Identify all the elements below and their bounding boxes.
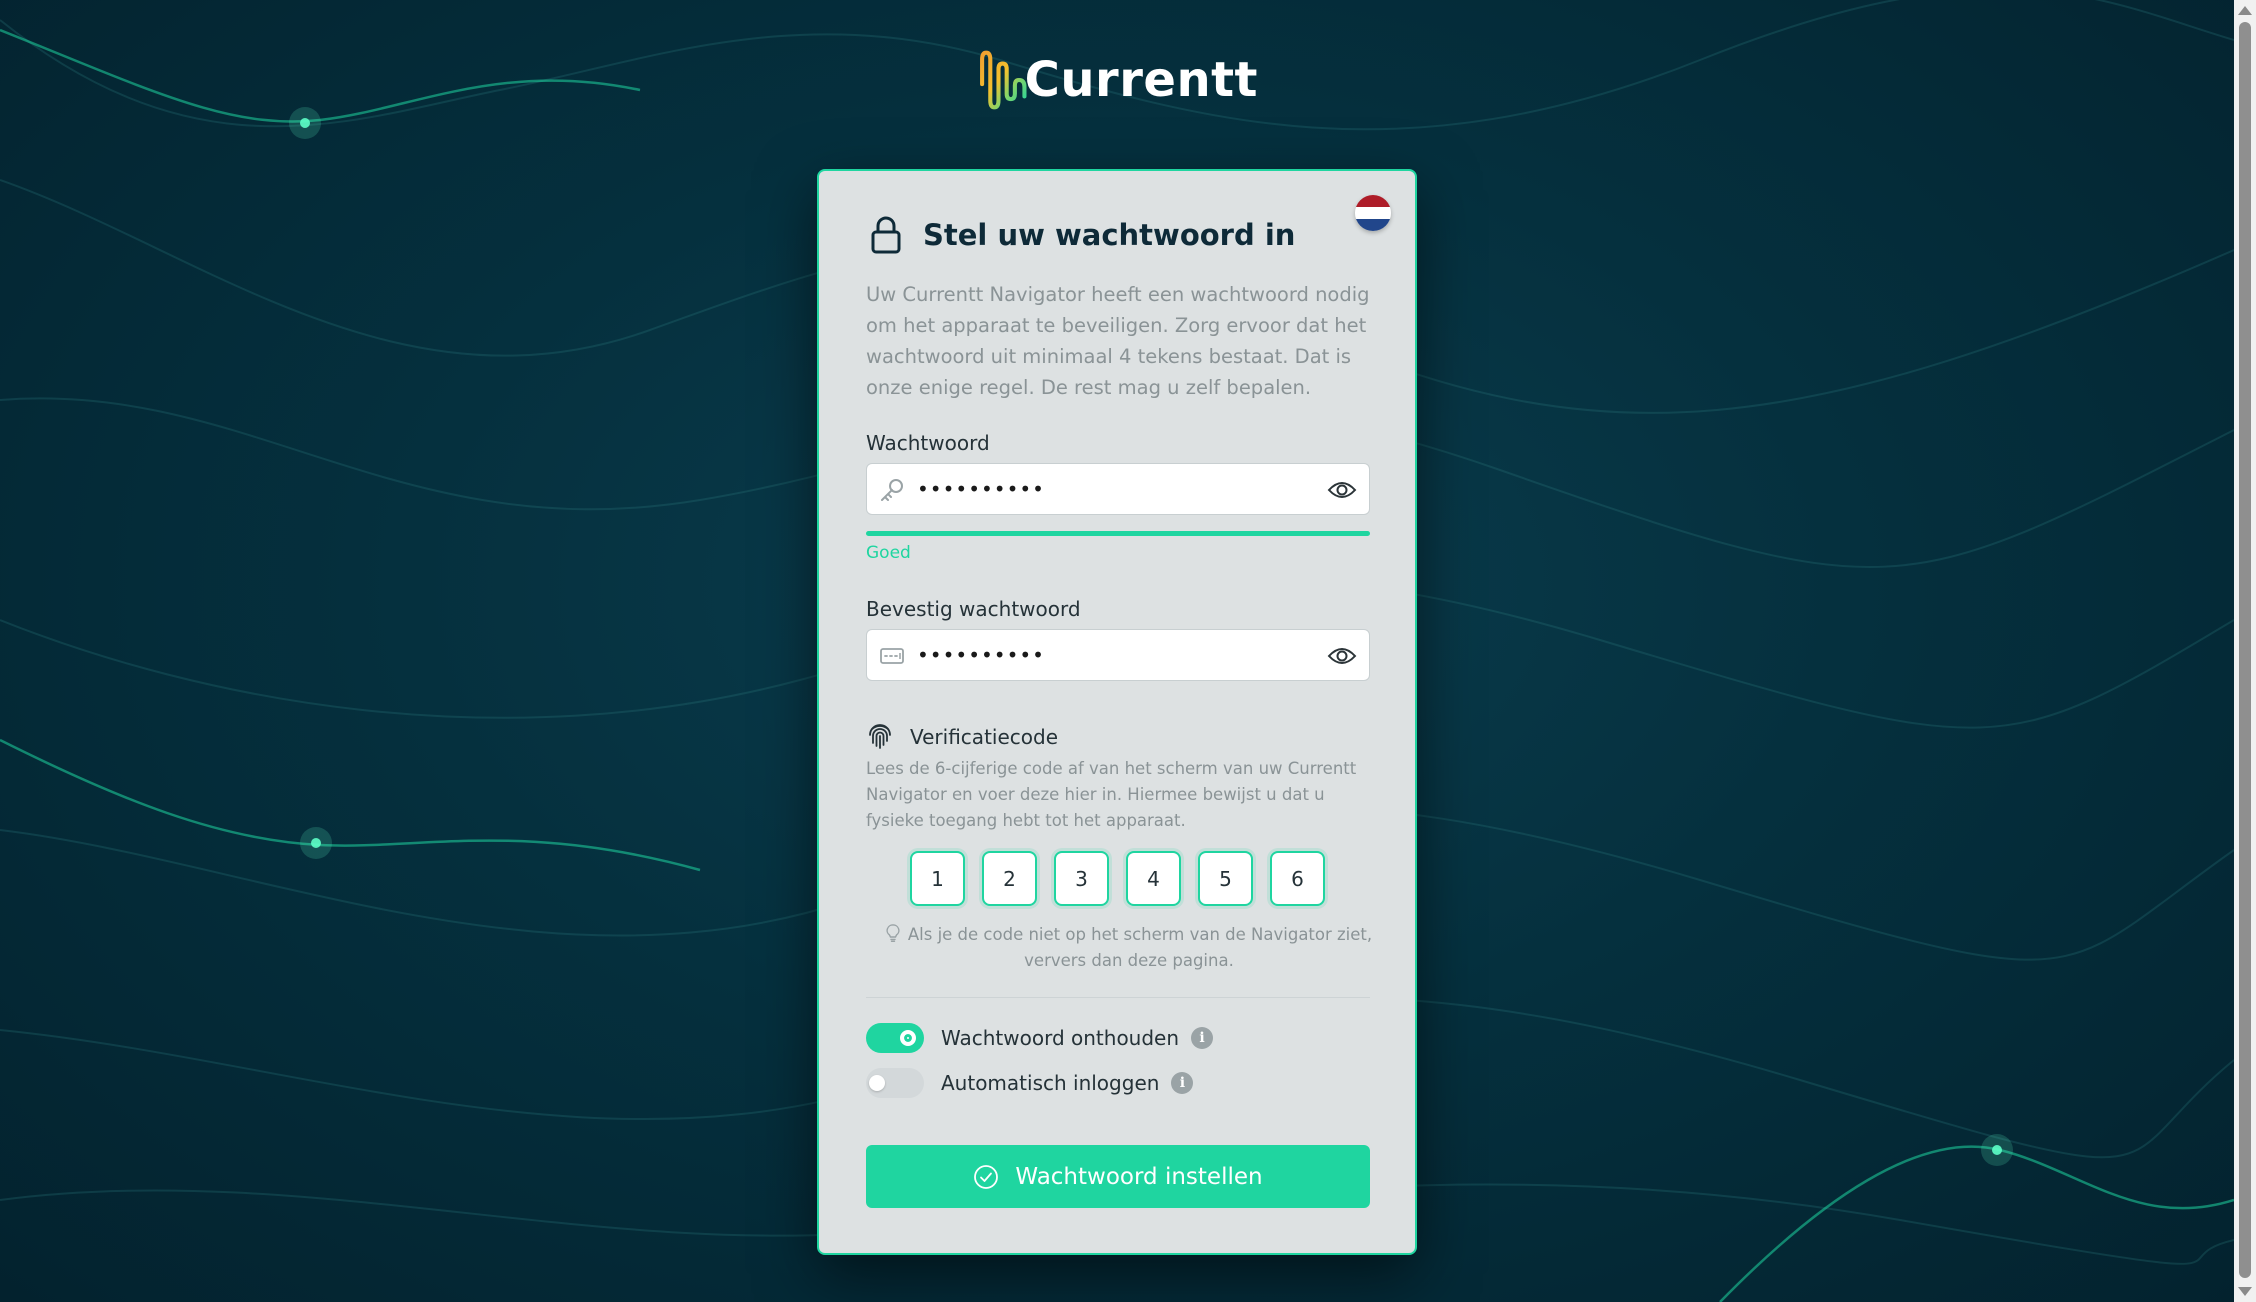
key-icon	[881, 479, 903, 501]
divider	[866, 997, 1370, 998]
remember-password-toggle[interactable]	[866, 1023, 924, 1053]
show-confirm-password-eye-icon[interactable]	[1327, 644, 1357, 668]
password-strength-bar	[866, 531, 1370, 536]
show-password-eye-icon[interactable]	[1327, 478, 1357, 502]
lock-icon	[871, 216, 901, 254]
set-password-button[interactable]: Wachtwoord instellen	[866, 1145, 1370, 1208]
scroll-up-arrow-icon[interactable]	[2238, 6, 2252, 15]
auto-login-info-icon[interactable]: i	[1171, 1072, 1194, 1094]
code-digit-3[interactable]: 3	[1054, 851, 1109, 906]
password-field[interactable]: ••••••••••	[866, 463, 1370, 515]
verification-hint-text: Als je de code niet op het scherm van de…	[907, 925, 1373, 970]
verification-hint: Als je de code niet op het scherm van de…	[879, 922, 1379, 974]
password-value: ••••••••••	[917, 477, 1045, 501]
check-circle-icon	[974, 1164, 999, 1189]
set-password-button-label: Wachtwoord instellen	[1015, 1163, 1263, 1190]
page-scrollbar[interactable]	[2234, 0, 2256, 1302]
brand-logo: Currentt	[978, 34, 1258, 126]
verification-title: Verificatiecode	[910, 725, 1058, 749]
confirm-password-label: Bevestig wachtwoord	[866, 597, 1081, 621]
code-digit-1[interactable]: 1	[910, 851, 965, 906]
code-digit-4[interactable]: 4	[1126, 851, 1181, 906]
auto-login-label: Automatisch inloggen	[941, 1071, 1160, 1095]
confirm-password-field[interactable]: ••••••••••	[866, 629, 1370, 681]
auto-login-toggle[interactable]	[866, 1068, 924, 1098]
intro-text: Uw Currentt Navigator heeft een wachtwoo…	[866, 283, 1370, 399]
confirm-password-value: ••••••••••	[917, 643, 1045, 667]
scrollbar-thumb[interactable]	[2239, 22, 2251, 1278]
page-title: Stel uw wachtwoord in	[923, 218, 1296, 252]
verification-header: Verificatiecode	[866, 723, 1058, 751]
code-digit-2[interactable]: 2	[982, 851, 1037, 906]
remember-password-label: Wachtwoord onthouden	[941, 1026, 1180, 1050]
auto-login-option: Automatisch inloggen i	[866, 1068, 1194, 1098]
remember-password-info-icon[interactable]: i	[1191, 1027, 1214, 1049]
verification-code-inputs: 1 2 3 4 5 6	[910, 851, 1325, 906]
nl-flag-icon[interactable]	[1355, 195, 1391, 231]
password-strength-label: Goed	[866, 543, 911, 563]
password-input-icon	[880, 648, 904, 664]
verification-description: Lees de 6-cijferige code af van het sche…	[866, 759, 1357, 830]
fingerprint-icon	[869, 724, 891, 749]
lightbulb-icon	[886, 924, 900, 942]
password-label: Wachtwoord	[866, 431, 990, 455]
brand-name: Currentt	[1024, 52, 1258, 108]
card-header: Stel uw wachtwoord in	[869, 215, 1295, 255]
code-digit-6[interactable]: 6	[1270, 851, 1325, 906]
scroll-down-arrow-icon[interactable]	[2238, 1287, 2252, 1296]
code-digit-5[interactable]: 5	[1198, 851, 1253, 906]
set-password-card: Stel uw wachtwoord in Uw Currentt Naviga…	[817, 169, 1417, 1255]
remember-password-option: Wachtwoord onthouden i	[866, 1023, 1214, 1053]
